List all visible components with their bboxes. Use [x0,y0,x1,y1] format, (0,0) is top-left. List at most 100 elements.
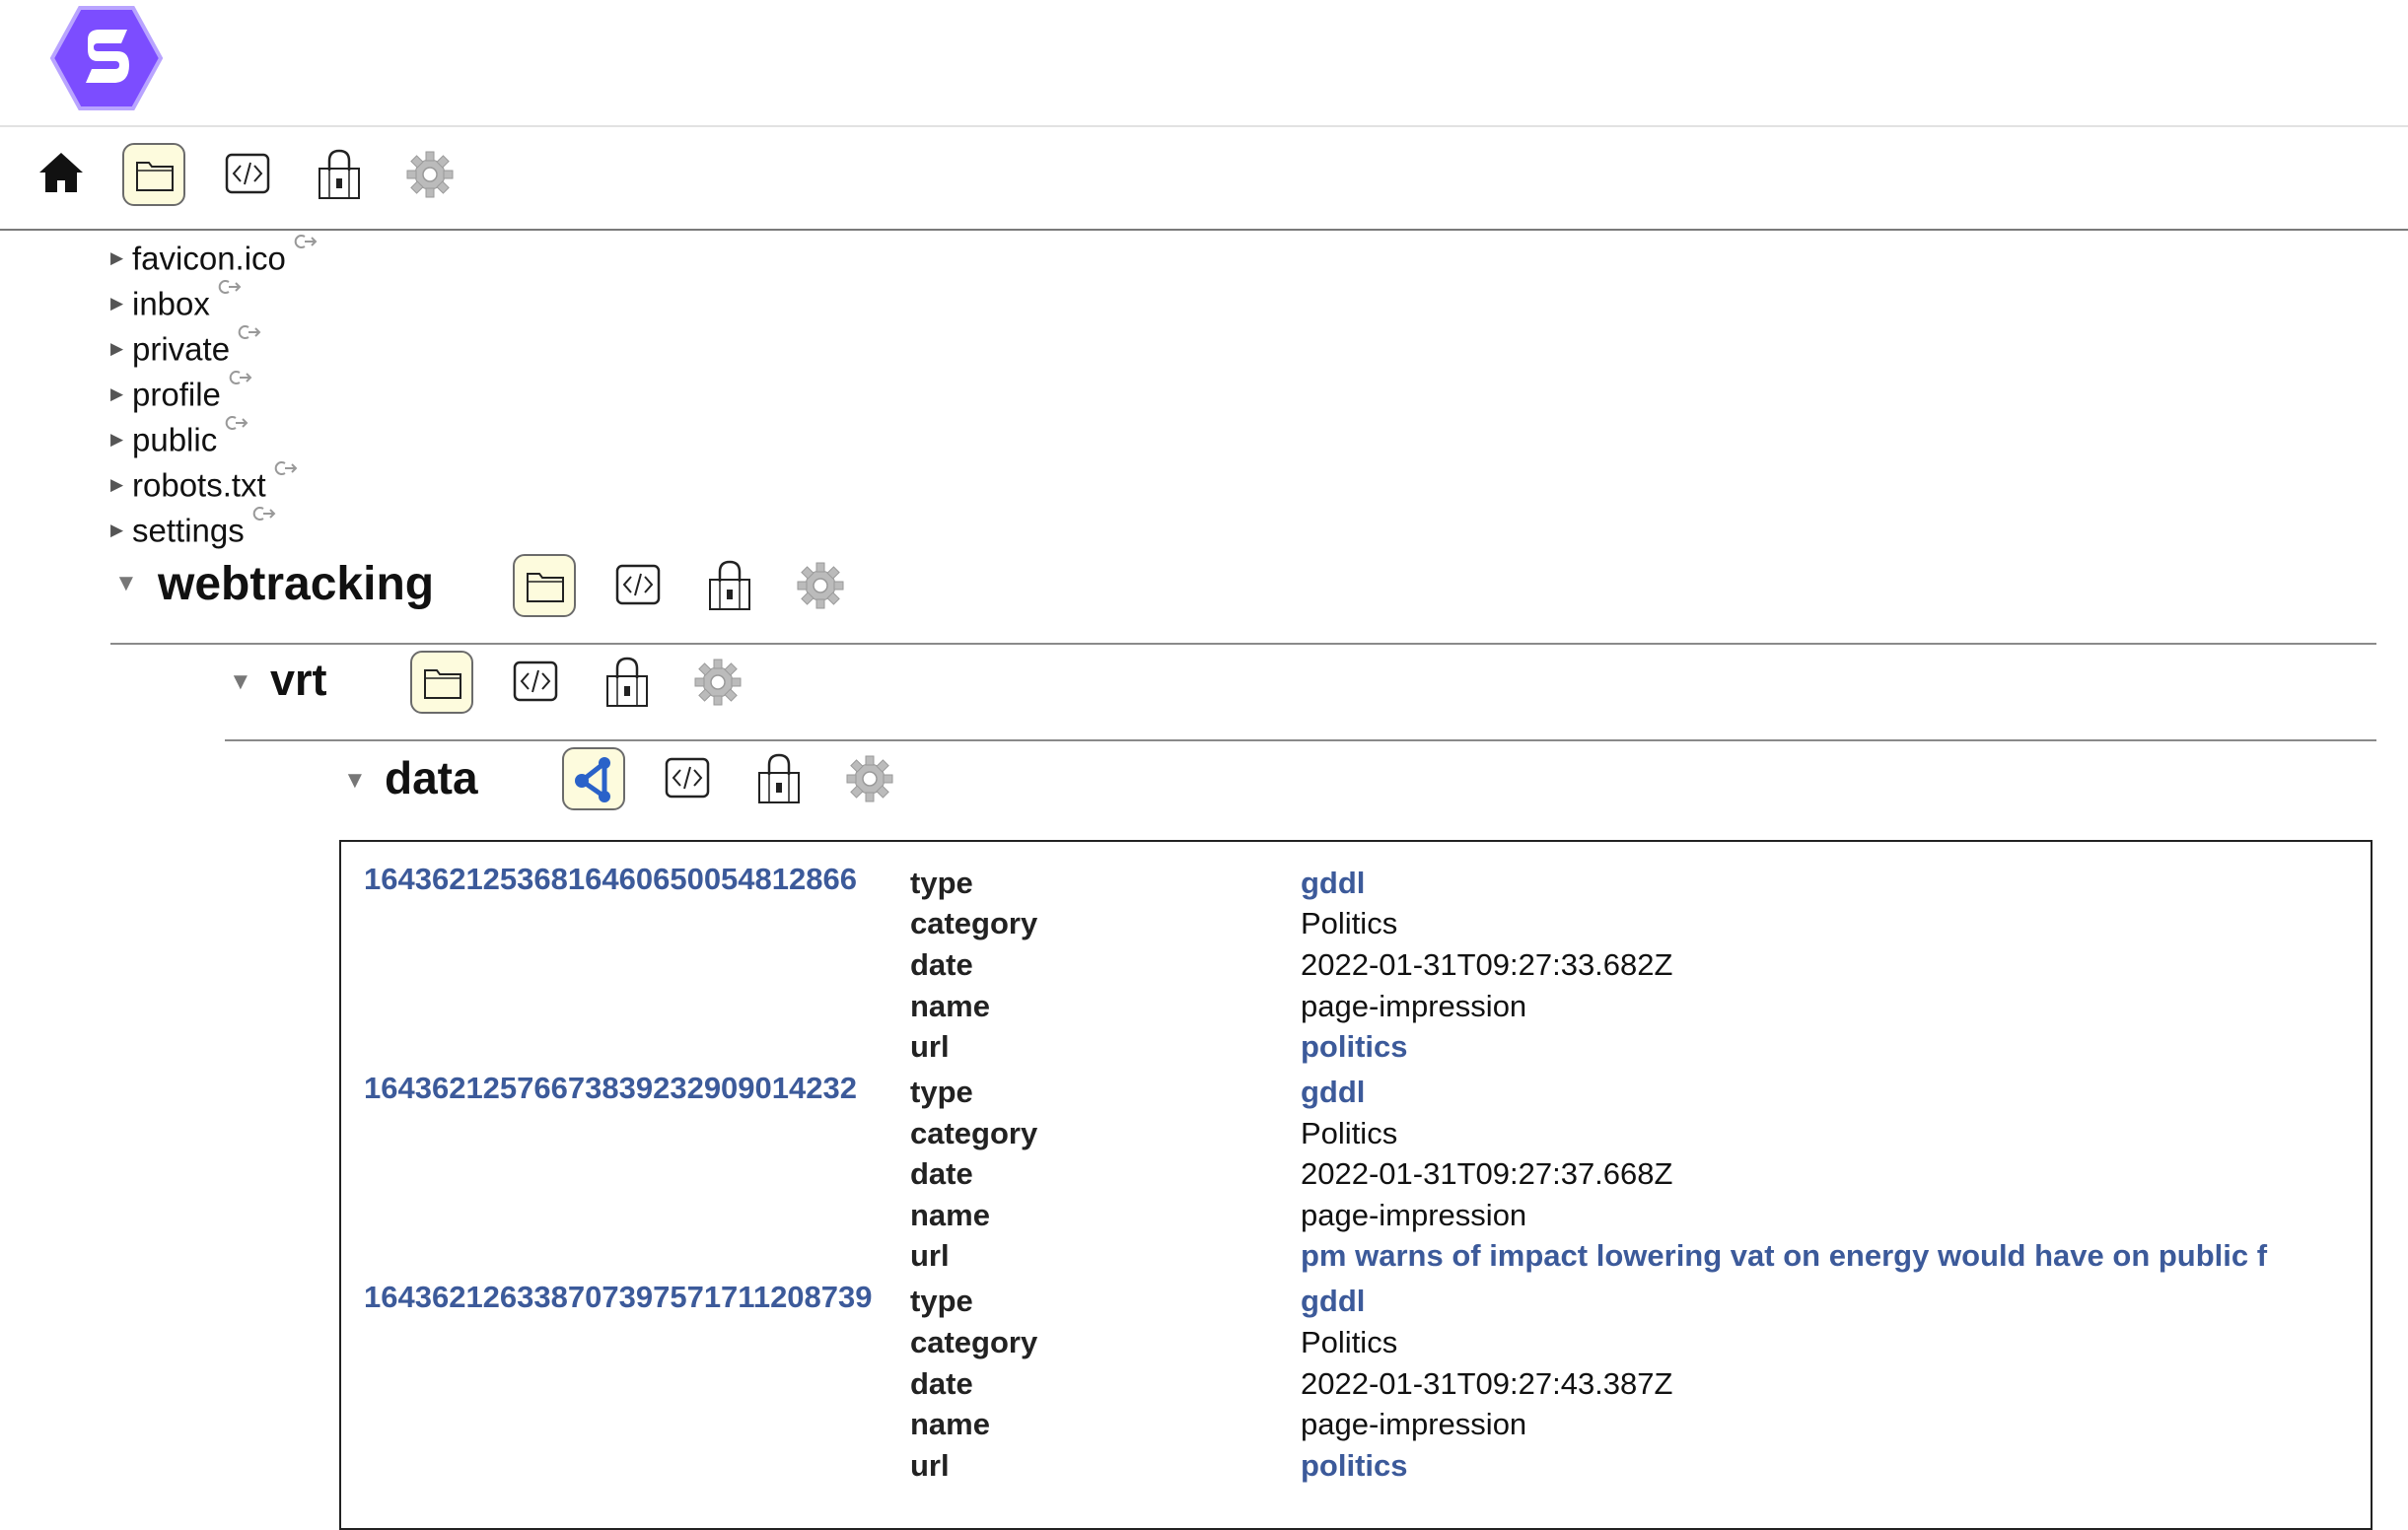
source-button[interactable] [217,143,280,206]
link-icon[interactable] [229,369,254,386]
app-logo[interactable] [48,4,165,112]
sharing-button[interactable] [308,143,371,206]
expand-arrow-icon[interactable]: ▶ [110,509,132,552]
field-key: category [910,1116,1038,1150]
lock-icon [758,753,800,803]
network-graph-icon [575,757,610,802]
field-value-link[interactable]: gddl [1301,1075,1365,1110]
link-icon[interactable] [238,323,263,341]
tree-item-robots[interactable]: ▶ robots.txt [110,461,300,505]
record-id-link[interactable]: 16436212633870739757171120873​9 [364,1280,873,1315]
field-value-link[interactable]: politics [1301,1448,1408,1484]
record-id-link[interactable]: 16436212576673839232909014232 [364,1071,857,1106]
collapse-arrow-icon[interactable]: ▼ [114,570,138,597]
source-button[interactable] [505,651,568,714]
link-icon[interactable] [218,278,244,296]
tree-item-label[interactable]: public [132,421,217,457]
tree-item-settings[interactable]: ▶ settings [110,507,278,550]
folder-button[interactable] [410,651,473,714]
tree-item-label[interactable]: favicon.ico [132,240,286,276]
settings-button[interactable] [398,143,461,206]
expand-arrow-icon[interactable]: ▶ [110,327,132,371]
field-key: name [910,1407,990,1441]
field-key: category [910,1325,1038,1359]
expand-arrow-icon[interactable]: ▶ [110,282,132,325]
field-key: name [910,1198,990,1232]
settings-button[interactable] [789,554,852,617]
sharing-button[interactable] [698,554,761,617]
expand-arrow-icon[interactable]: ▶ [110,373,132,416]
folder-icon [527,573,564,602]
folder-button[interactable] [122,143,185,206]
link-icon[interactable] [274,459,300,477]
home-icon[interactable] [37,149,85,196]
link-icon[interactable] [294,233,319,250]
source-button[interactable] [657,747,720,810]
code-icon [513,661,558,702]
field-value-link[interactable]: gddl [1301,866,1365,901]
code-icon [665,757,710,799]
field-key: url [910,1238,950,1273]
link-icon[interactable] [225,414,250,432]
data-table: 164362125368164606500548128​66 type gddl… [339,840,2373,1530]
lock-icon [709,560,750,610]
tree-item-public[interactable]: ▶ public [110,416,250,459]
tree-item-label[interactable]: inbox [132,285,210,321]
code-icon [615,564,661,605]
field-value-link[interactable]: gddl [1301,1284,1365,1319]
field-key: type [910,1075,973,1109]
source-button[interactable] [607,554,671,617]
folder-title-vrt[interactable]: vrt [270,655,327,706]
tree-item-label[interactable]: profile [132,376,221,412]
field-value: Politics [1301,1325,1398,1359]
settings-button[interactable] [686,651,749,714]
field-value: page-impression [1301,1407,1527,1441]
expand-arrow-icon[interactable]: ▶ [110,237,132,280]
field-value: 2022-01-31T09:27:33.682Z [1301,947,1673,982]
graph-view-button[interactable] [562,747,625,810]
folder-icon [136,162,174,191]
code-icon [225,153,270,194]
section-divider [110,643,2376,645]
settings-button[interactable] [838,747,901,810]
field-value: page-impression [1301,989,1527,1023]
tree-item-label[interactable]: settings [132,512,245,548]
resource-title-data[interactable]: data [385,751,478,804]
field-key: name [910,989,990,1023]
main-toolbar [0,127,2408,231]
field-key: date [910,1156,973,1191]
field-key: date [910,1366,973,1401]
gear-icon [694,659,742,706]
sharing-button[interactable] [596,651,659,714]
tree-item-private[interactable]: ▶ private [110,325,263,369]
lock-icon [606,657,648,707]
field-value: Politics [1301,1116,1398,1150]
tree-item-favicon[interactable]: ▶ favicon.ico [110,235,319,278]
lock-icon [319,149,360,199]
field-key: date [910,947,973,982]
field-key: category [910,906,1038,940]
link-icon[interactable] [252,505,278,522]
tree-item-label[interactable]: private [132,330,230,367]
record-id-link[interactable]: 164362125368164606500548128​66 [364,862,857,897]
folder-title-webtracking[interactable]: webtracking [158,557,434,611]
tree-item-profile[interactable]: ▶ profile [110,371,254,414]
app-header [0,0,2408,127]
field-value-link[interactable]: politics [1301,1029,1408,1065]
field-value: 2022-01-31T09:27:43.387Z [1301,1366,1673,1401]
field-value: 2022-01-31T09:27:37.668Z [1301,1156,1673,1191]
sharing-button[interactable] [747,747,811,810]
field-value: Politics [1301,906,1398,940]
expand-arrow-icon[interactable]: ▶ [110,418,132,461]
gear-icon [797,562,844,609]
field-key: type [910,866,973,900]
field-value-link[interactable]: pm warns of impact lowering vat on energ… [1301,1238,2267,1274]
collapse-arrow-icon[interactable]: ▼ [229,668,252,696]
field-key: type [910,1284,973,1318]
tree-item-inbox[interactable]: ▶ inbox [110,280,244,323]
folder-button[interactable] [513,554,576,617]
section-divider [225,739,2376,741]
collapse-arrow-icon[interactable]: ▼ [343,767,367,795]
tree-item-label[interactable]: robots.txt [132,466,266,503]
expand-arrow-icon[interactable]: ▶ [110,463,132,507]
